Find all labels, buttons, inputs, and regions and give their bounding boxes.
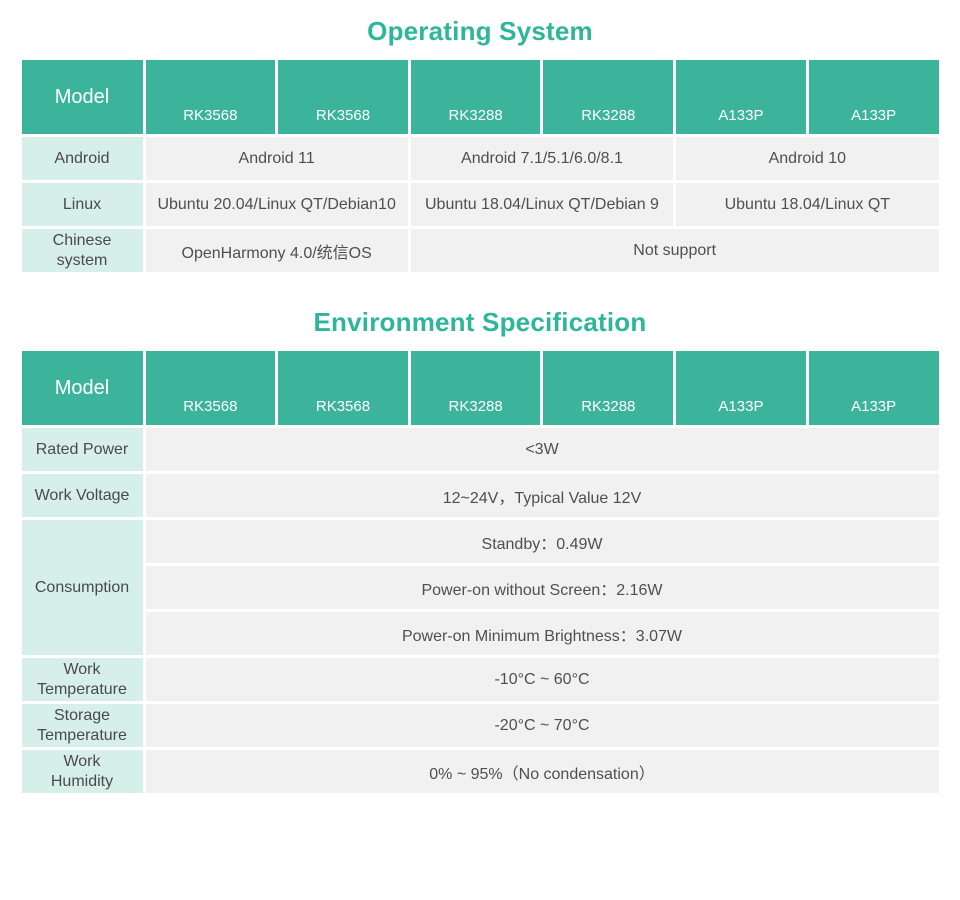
env-column-header-a133p-2: A133P: [809, 351, 939, 425]
value-cell-linux-rk3568: Ubuntu 20.04/Linux QT/Debian10: [146, 183, 408, 226]
env-column-header-rk3568-1: RK3568: [146, 351, 276, 425]
os-column-header-rk3568-2: RK3568: [278, 60, 408, 134]
env-column-header-a133p-1: A133P: [676, 351, 806, 425]
row-label-storage-temperature: Storage Temperature: [22, 704, 143, 747]
os-column-header-a133p-1: A133P: [676, 60, 806, 134]
env-model-header-cell: Model: [22, 351, 143, 425]
env-header-row: Model RK3568 RK3568 RK3288 RK3288 A133P …: [22, 351, 939, 425]
value-cell-linux-a133p: Ubuntu 18.04/Linux QT: [676, 183, 938, 226]
env-section-title: Environment Specification: [19, 275, 942, 348]
os-column-header-a133p-2: A133P: [809, 60, 939, 134]
value-cell-consumption-power-on: Power-on without Screen：2.16W: [146, 566, 939, 609]
value-cell-android-rk3288: Android 7.1/5.1/6.0/8.1: [411, 137, 673, 180]
value-cell-android-a133p: Android 10: [676, 137, 938, 180]
value-cell-android-rk3568: Android 11: [146, 137, 408, 180]
row-label-chinese-system: Chinese system: [22, 229, 143, 272]
row-label-work-humidity: Work Humidity: [22, 750, 143, 793]
env-row-work-humidity: Work Humidity 0% ~ 95%（No condensation）: [22, 750, 939, 793]
env-row-work-voltage: Work Voltage 12~24V，Typical Value 12V: [22, 474, 939, 517]
os-column-header-rk3288-2: RK3288: [543, 60, 673, 134]
os-model-header-cell: Model: [22, 60, 143, 134]
env-table: Model RK3568 RK3568 RK3288 RK3288 A133P …: [19, 348, 942, 796]
env-column-header-rk3288-2: RK3288: [543, 351, 673, 425]
row-label-rated-power: Rated Power: [22, 428, 143, 471]
row-label-android: Android: [22, 137, 143, 180]
os-header-row: Model RK3568 RK3568 RK3288 RK3288 A133P …: [22, 60, 939, 134]
env-column-header-rk3288-1: RK3288: [411, 351, 541, 425]
os-column-header-rk3288-1: RK3288: [411, 60, 541, 134]
os-row-linux: Linux Ubuntu 20.04/Linux QT/Debian10 Ubu…: [22, 183, 939, 226]
value-cell-rated-power: <3W: [146, 428, 939, 471]
value-cell-work-humidity: 0% ~ 95%（No condensation）: [146, 750, 939, 793]
row-label-work-voltage: Work Voltage: [22, 474, 143, 517]
value-cell-consumption-brightness: Power-on Minimum Brightness：3.07W: [146, 612, 939, 655]
value-cell-linux-rk3288: Ubuntu 18.04/Linux QT/Debian 9: [411, 183, 673, 226]
env-row-consumption-brightness: Power-on Minimum Brightness：3.07W: [22, 612, 939, 655]
env-row-rated-power: Rated Power <3W: [22, 428, 939, 471]
value-cell-storage-temperature: -20°C ~ 70°C: [146, 704, 939, 747]
value-cell-consumption-standby: Standby：0.49W: [146, 520, 939, 563]
os-section-title: Operating System: [19, 0, 942, 57]
value-cell-chinese-not-support: Not support: [411, 229, 939, 272]
env-row-consumption-standby: Consumption Standby：0.49W: [22, 520, 939, 563]
os-row-chinese-system: Chinese system OpenHarmony 4.0/统信OS Not …: [22, 229, 939, 272]
value-cell-chinese-rk3568: OpenHarmony 4.0/统信OS: [146, 229, 408, 272]
page-container: Operating System Model RK3568 RK3568 RK3…: [19, 0, 942, 796]
os-column-header-rk3568-1: RK3568: [146, 60, 276, 134]
row-label-linux: Linux: [22, 183, 143, 226]
row-label-consumption: Consumption: [22, 520, 143, 655]
env-row-consumption-power-on: Power-on without Screen：2.16W: [22, 566, 939, 609]
os-table: Model RK3568 RK3568 RK3288 RK3288 A133P …: [19, 57, 942, 275]
env-column-header-rk3568-2: RK3568: [278, 351, 408, 425]
env-row-storage-temperature: Storage Temperature -20°C ~ 70°C: [22, 704, 939, 747]
row-label-work-temperature: Work Temperature: [22, 658, 143, 701]
env-row-work-temperature: Work Temperature -10°C ~ 60°C: [22, 658, 939, 701]
os-row-android: Android Android 11 Android 7.1/5.1/6.0/8…: [22, 137, 939, 180]
value-cell-work-temperature: -10°C ~ 60°C: [146, 658, 939, 701]
value-cell-work-voltage: 12~24V，Typical Value 12V: [146, 474, 939, 517]
